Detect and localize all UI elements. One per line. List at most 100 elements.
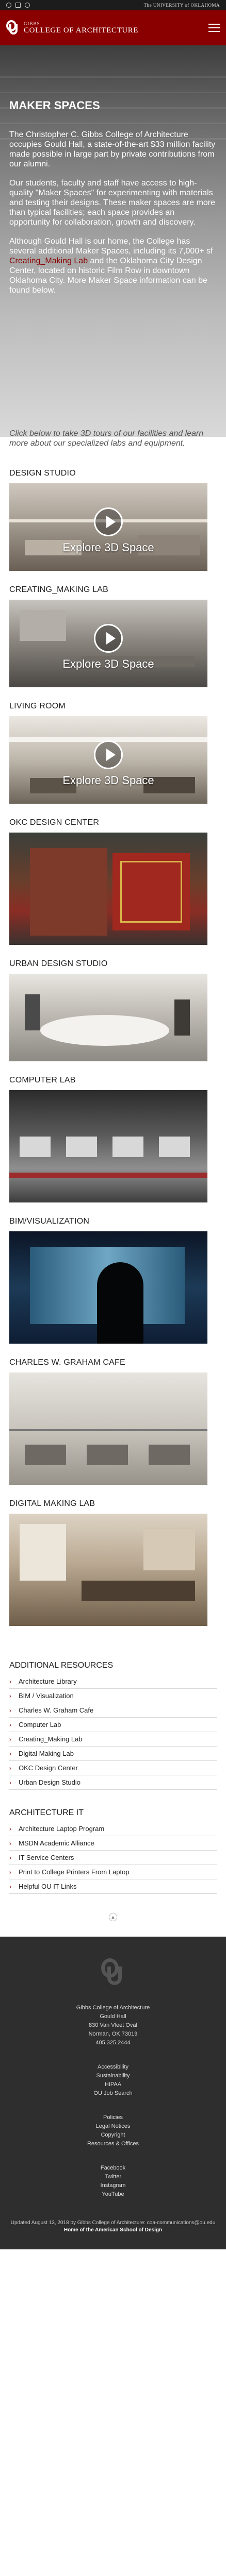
explore-3d-label[interactable]: Explore 3D Space [9,541,207,554]
space-bim-visualization: BIM/VISUALIZATION [9,1217,217,1344]
twitter-link[interactable]: Twitter [9,2173,217,2181]
facebook-link[interactable]: Facebook [9,2164,217,2173]
search-icon[interactable] [25,3,30,8]
living-room-tour[interactable]: Explore 3D Space [9,716,207,804]
footer-links-group-1: Accessibility Sustainability HIPAA OU Jo… [9,2063,217,2098]
user-icon[interactable] [6,3,11,8]
it-link[interactable]: › Print to College Printers From Laptop [9,1865,217,1879]
play-icon[interactable] [94,623,123,653]
resource-link[interactable]: › Computer Lab [9,1718,217,1732]
resource-link[interactable]: › Digital Making Lab [9,1747,217,1761]
resource-link[interactable]: › Creating_Making Lab [9,1732,217,1747]
chevron-right-icon: › [9,1854,11,1861]
space-title: URBAN DESIGN STUDIO [9,959,108,968]
bim-visualization-photo [9,1231,207,1344]
additional-spaces-paragraph: Although Gould Hall is our home, the Col… [9,237,213,295]
footer-link[interactable]: Legal Notices [9,2122,217,2131]
space-charles-w-graham-cafe: CHARLES W. GRAHAM CAFE [9,1358,217,1485]
chevron-right-icon: › [9,1677,11,1685]
space-title: LIVING ROOM [9,702,66,710]
space-title: DIGITAL MAKING LAB [9,1499,95,1508]
instagram-link[interactable]: Instagram [9,2181,217,2190]
hero-section: MAKER SPACES The Christopher C. Gibbs Co… [0,45,226,437]
tour-intro-text: Click below to take 3D tours of our faci… [9,429,204,448]
menu-icon[interactable] [208,24,220,32]
page-title: MAKER SPACES [9,99,100,112]
site-header: GIBBS COLLEGE OF ARCHITECTURE [0,10,226,45]
chevron-right-icon: › [9,1735,11,1743]
space-title: OKC DESIGN CENTER [9,818,100,827]
footer-link[interactable]: HIPAA [9,2080,217,2089]
footer-link[interactable]: Resources & Offices [9,2140,217,2148]
footer-link[interactable]: Policies [9,2113,217,2122]
explore-3d-label[interactable]: Explore 3D Space [9,774,207,787]
digital-making-lab-photo [9,1514,207,1626]
chevron-right-icon: › [9,1883,11,1890]
footer-link[interactable]: Accessibility [9,2063,217,2072]
graham-cafe-photo [9,1372,207,1485]
it-link[interactable]: › MSDN Academic Alliance [9,1836,217,1851]
it-link[interactable]: › Helpful OU IT Links [9,1879,217,1894]
resource-link[interactable]: › Charles W. Graham Cafe [9,1703,217,1718]
space-title: COMPUTER LAB [9,1076,76,1084]
resource-link[interactable]: › BIM / Visualization [9,1689,217,1703]
chevron-right-icon: › [9,1778,11,1786]
space-title: CHARLES W. GRAHAM CAFE [9,1358,125,1367]
tagline: Home of the American School of Design [63,2227,163,2233]
footer-link[interactable]: OU Job Search [9,2089,217,2098]
apps-icon[interactable] [15,3,21,8]
it-link[interactable]: › Architecture Laptop Program [9,1822,217,1836]
college-logo[interactable]: GIBBS COLLEGE OF ARCHITECTURE [6,19,138,37]
college-address: Gibbs College of Architecture Gould Hall… [9,2004,217,2047]
urban-design-studio-photo [9,974,207,1061]
space-creating-making-lab: CREATING_MAKING LAB Explore 3D Space [9,585,217,687]
resource-link[interactable]: › OKC Design Center [9,1761,217,1775]
space-title: DESIGN STUDIO [9,469,76,478]
chevron-right-icon: › [9,1839,11,1847]
footer-links-group-2: Policies Legal Notices Copyright Resourc… [9,2113,217,2148]
chevron-right-icon: › [9,1692,11,1700]
scroll-to-top[interactable]: ▲ [0,1912,226,1926]
maker-spaces-list: DESIGN STUDIO Explore 3D Space CREATING_… [0,448,226,1626]
phone-link[interactable]: 405.325.2444 [9,2039,217,2047]
tour-intro: Click below to take 3D tours of our faci… [0,429,226,448]
chevron-right-icon: › [9,1750,11,1757]
university-wordmark[interactable]: The UNIVERSITY of OKLAHOMA [144,3,220,8]
resource-link[interactable]: › Architecture Library [9,1674,217,1689]
computer-lab-photo [9,1090,207,1202]
resource-link[interactable]: › Urban Design Studio [9,1775,217,1790]
footer-link[interactable]: Copyright [9,2131,217,2140]
social-links: Facebook Twitter Instagram YouTube [9,2164,217,2199]
explore-3d-label[interactable]: Explore 3D Space [9,657,207,671]
architecture-it-list: › Architecture Laptop Program › MSDN Acade… [9,1822,217,1894]
okc-design-center-photo [9,833,207,945]
chevron-right-icon: › [9,1721,11,1728]
design-studio-tour[interactable]: Explore 3D Space [9,483,207,571]
college-name: COLLEGE OF ARCHITECTURE [24,26,139,35]
play-icon[interactable] [94,740,123,769]
space-okc-design-center: OKC DESIGN CENTER [9,818,217,945]
chevron-right-icon: › [9,1706,11,1714]
ou-footer-logo-icon[interactable] [101,1957,125,1988]
it-link[interactable]: › IT Service Centers [9,1851,217,1865]
additional-resources-title: ADDITIONAL RESOURCES [9,1661,114,1670]
space-design-studio: DESIGN STUDIO Explore 3D Space [9,469,217,571]
site-footer: Gibbs College of Architecture Gould Hall… [0,1937,226,2249]
chevron-right-icon: › [9,1868,11,1876]
top-bar: The UNIVERSITY of OKLAHOMA [0,0,226,10]
arrow-up-icon[interactable]: ▲ [109,1913,117,1921]
space-urban-design-studio: URBAN DESIGN STUDIO [9,959,217,1061]
chevron-right-icon: › [9,1764,11,1772]
space-digital-making-lab: DIGITAL MAKING LAB [9,1499,217,1626]
creating-making-lab-link[interactable]: Creating_Making Lab [9,257,88,265]
footer-link[interactable]: Sustainability [9,2072,217,2080]
ou-logo-icon [6,19,20,37]
chevron-right-icon: › [9,1825,11,1833]
architecture-it-title: ARCHITECTURE IT [9,1808,84,1817]
creating-making-lab-tour[interactable]: Explore 3D Space [9,600,207,687]
play-icon[interactable] [94,507,123,536]
space-living-room: LIVING ROOM Explore 3D Space [9,702,217,804]
youtube-link[interactable]: YouTube [9,2190,217,2199]
intro-paragraph: The Christopher C. Gibbs College of Arch… [9,130,216,168]
resources-section: ADDITIONAL RESOURCES › Architecture Libra… [0,1640,226,1894]
